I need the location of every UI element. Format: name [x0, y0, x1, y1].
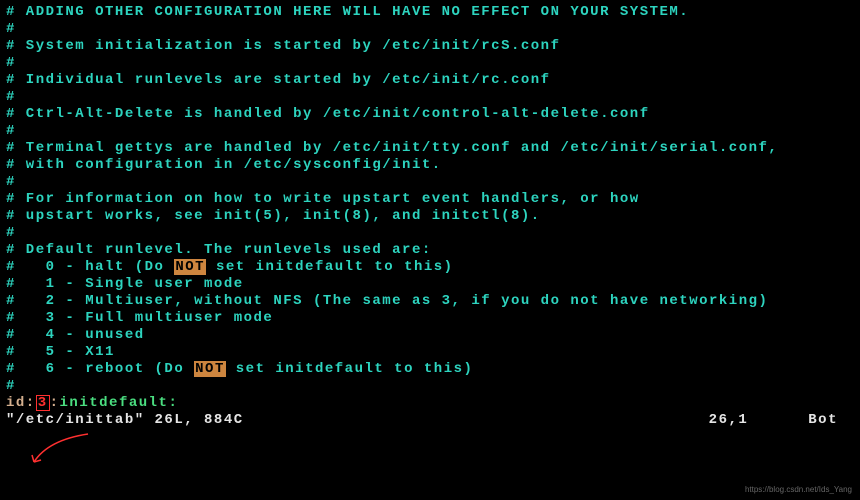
scroll-indicator: Bot — [808, 412, 854, 429]
not-highlight: NOT — [194, 361, 226, 377]
comment-line: # with configuration in /etc/sysconfig/i… — [6, 157, 854, 174]
comment-line: # upstart works, see init(5), init(8), a… — [6, 208, 854, 225]
file-content: # ADDING OTHER CONFIGURATION HERE WILL H… — [6, 4, 854, 412]
comment-line: # Default runlevel. The runlevels used a… — [6, 242, 854, 259]
runlevel-0: # 0 - halt (Do NOT set initdefault to th… — [6, 259, 854, 276]
id-segment: id: — [6, 395, 36, 411]
runlevel-value-box: 3 — [36, 395, 50, 411]
comment-line: # — [6, 123, 854, 140]
file-info: "/etc/inittab" 26L, 884C — [6, 412, 244, 429]
comment-line: # — [6, 89, 854, 106]
runlevel-6: # 6 - reboot (Do NOT set initdefault to … — [6, 361, 854, 378]
runlevel-1: # 1 - Single user mode — [6, 276, 854, 293]
comment-line: # For information on how to write upstar… — [6, 191, 854, 208]
comment-line: # Ctrl-Alt-Delete is handled by /etc/ini… — [6, 106, 854, 123]
comment-line: # ADDING OTHER CONFIGURATION HERE WILL H… — [6, 4, 854, 21]
runlevel-5: # 5 - X11 — [6, 344, 854, 361]
comment-line: # — [6, 21, 854, 38]
comment-line: # System initialization is started by /e… — [6, 38, 854, 55]
runlevel-3: # 3 - Full multiuser mode — [6, 310, 854, 327]
vi-editor-terminal[interactable]: # ADDING OTHER CONFIGURATION HERE WILL H… — [0, 0, 860, 500]
comment-line: # — [6, 174, 854, 191]
not-highlight: NOT — [174, 259, 206, 275]
runlevel-2: # 2 - Multiuser, without NFS (The same a… — [6, 293, 854, 310]
comment-line: # — [6, 55, 854, 72]
annotation-arrow-icon — [28, 432, 98, 472]
watermark-text: https://blog.csdn.net/Ids_Yang — [745, 481, 852, 498]
cursor-position: 26,1 — [709, 412, 809, 429]
comment-line: # Terminal gettys are handled by /etc/in… — [6, 140, 854, 157]
runlevel-4: # 4 - unused — [6, 327, 854, 344]
comment-line: # — [6, 225, 854, 242]
initdefault-segment: initdefault: — [60, 395, 179, 411]
comment-line: # — [6, 378, 854, 395]
initdefault-line: id:3:initdefault: — [6, 395, 854, 412]
vi-status-bar: "/etc/inittab" 26L, 884C 26,1 Bot — [6, 412, 854, 429]
comment-line: # Individual runlevels are started by /e… — [6, 72, 854, 89]
